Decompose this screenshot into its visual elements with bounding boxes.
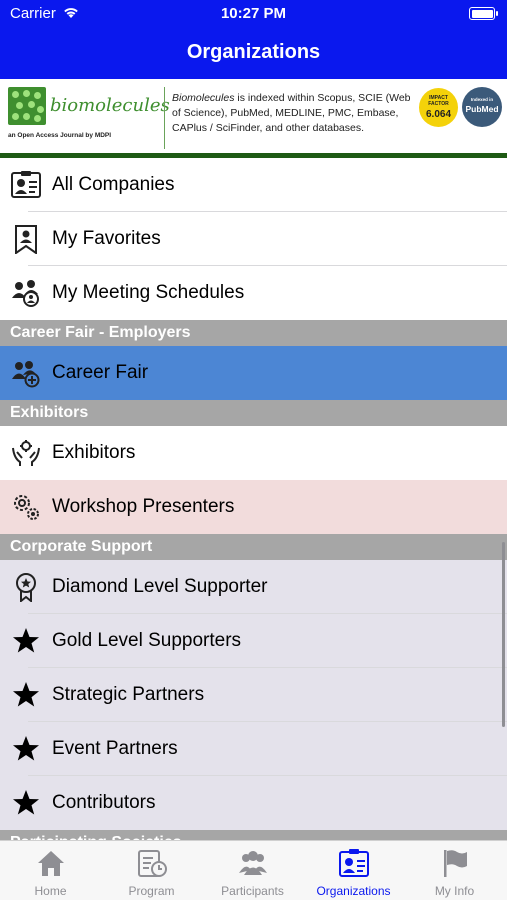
my-meeting-schedules-label: My Meeting Schedules xyxy=(52,282,245,303)
tab-program[interactable]: Program xyxy=(101,841,202,900)
my-favorites-label: My Favorites xyxy=(52,228,161,249)
add-user-group-icon xyxy=(12,361,40,388)
impact-factor-value: 6.064 xyxy=(425,109,452,120)
impact-factor-label: IMPACT FACTOR xyxy=(428,95,449,107)
page-title: Organizations xyxy=(186,41,321,63)
impact-factor-badge: IMPACT FACTOR 6.064 xyxy=(419,88,458,127)
event-partners-row[interactable]: Event Partners xyxy=(0,722,507,776)
section-header-career-fair: Career Fair - Employers xyxy=(0,320,507,346)
navigation-bar: Organizations xyxy=(0,28,507,79)
tab-participants-label: Participants xyxy=(221,884,284,898)
scroll-indicator[interactable] xyxy=(502,542,505,727)
career-fair-label: Career Fair xyxy=(52,362,149,383)
tab-organizations-label: Organizations xyxy=(316,884,391,898)
section-header-exhibitors: Exhibitors xyxy=(0,400,507,426)
battery-icon xyxy=(469,7,498,20)
hands-exhibitor-icon xyxy=(12,440,40,466)
section-header-corporate-support: Corporate Support xyxy=(0,534,507,560)
tab-home-label: Home xyxy=(34,884,67,898)
meeting-people-icon xyxy=(12,280,39,307)
tab-my-info-label: My Info xyxy=(434,884,475,898)
tab-participants[interactable]: Participants xyxy=(202,841,303,900)
screen: Carrier 10:27 PM Organizations biomolecu… xyxy=(0,0,507,900)
clock: 10:27 PM xyxy=(220,5,287,22)
tab-my-info[interactable]: My Info xyxy=(404,841,505,900)
banner-divider xyxy=(164,87,165,149)
journal-banner[interactable]: biomolecules an Open Access Journal by M… xyxy=(0,79,507,158)
workshop-presenters-row[interactable]: Workshop Presenters xyxy=(0,480,507,534)
molecule-logo-icon xyxy=(8,87,46,125)
banner-description: Biomolecules is indexed within Scopus, S… xyxy=(172,91,422,136)
strategic-partners-row[interactable]: Strategic Partners xyxy=(0,668,507,722)
organizations-list[interactable]: All Companies My Favorites My Meeting Sc… xyxy=(0,158,507,840)
logo-subtitle: an Open Access Journal by MDPI xyxy=(8,132,112,139)
pubmed-badge-label: Indexed in xyxy=(470,97,494,102)
my-meeting-schedules-row[interactable]: My Meeting Schedules xyxy=(0,266,507,320)
star-icon xyxy=(13,790,39,815)
tab-bar: Home Program Participants Organizations … xyxy=(0,840,507,900)
all-companies-label: All Companies xyxy=(52,174,175,195)
biomolecules-logo: biomolecules an Open Access Journal by M… xyxy=(8,85,170,149)
program-schedule-icon xyxy=(138,850,167,877)
contributors-label: Contributors xyxy=(52,792,156,813)
logo-name: biomolecules xyxy=(50,95,170,116)
gold-level-supporters-label: Gold Level Supporters xyxy=(52,630,242,651)
award-ribbon-icon xyxy=(16,573,36,602)
pubmed-badge-name: PubMed xyxy=(465,104,499,114)
star-icon xyxy=(13,736,39,761)
workshop-presenters-label: Workshop Presenters xyxy=(52,496,235,517)
flag-icon xyxy=(444,850,467,877)
diamond-level-supporter-label: Diamond Level Supporter xyxy=(52,576,268,597)
diamond-level-supporter-row[interactable]: Diamond Level Supporter xyxy=(0,560,507,614)
status-bar: Carrier 10:27 PM xyxy=(0,0,507,28)
star-icon xyxy=(13,628,39,653)
tab-organizations[interactable]: Organizations xyxy=(303,841,404,900)
gears-icon xyxy=(14,495,39,520)
star-icon xyxy=(13,682,39,707)
career-fair-row[interactable]: Career Fair xyxy=(0,346,507,400)
event-partners-label: Event Partners xyxy=(52,738,178,759)
organizations-directory-icon xyxy=(339,849,369,877)
exhibitors-row[interactable]: Exhibitors xyxy=(0,426,507,480)
gold-level-supporters-row[interactable]: Gold Level Supporters xyxy=(0,614,507,668)
journal-name: Biomolecules xyxy=(172,92,235,104)
strategic-partners-label: Strategic Partners xyxy=(52,684,205,705)
pubmed-badge: Indexed in PubMed xyxy=(462,87,502,127)
participants-group-icon xyxy=(239,851,267,875)
exhibitors-label: Exhibitors xyxy=(52,442,136,463)
all-companies-row[interactable]: All Companies xyxy=(0,158,507,212)
contributors-row[interactable]: Contributors xyxy=(0,776,507,830)
home-icon xyxy=(38,851,64,876)
my-favorites-row[interactable]: My Favorites xyxy=(0,212,507,266)
tab-program-label: Program xyxy=(128,884,175,898)
company-directory-icon xyxy=(11,171,41,198)
favorite-bookmark-icon xyxy=(15,225,37,254)
tab-home[interactable]: Home xyxy=(0,841,101,900)
section-header-participating-societies: Participating Societies xyxy=(0,830,507,840)
